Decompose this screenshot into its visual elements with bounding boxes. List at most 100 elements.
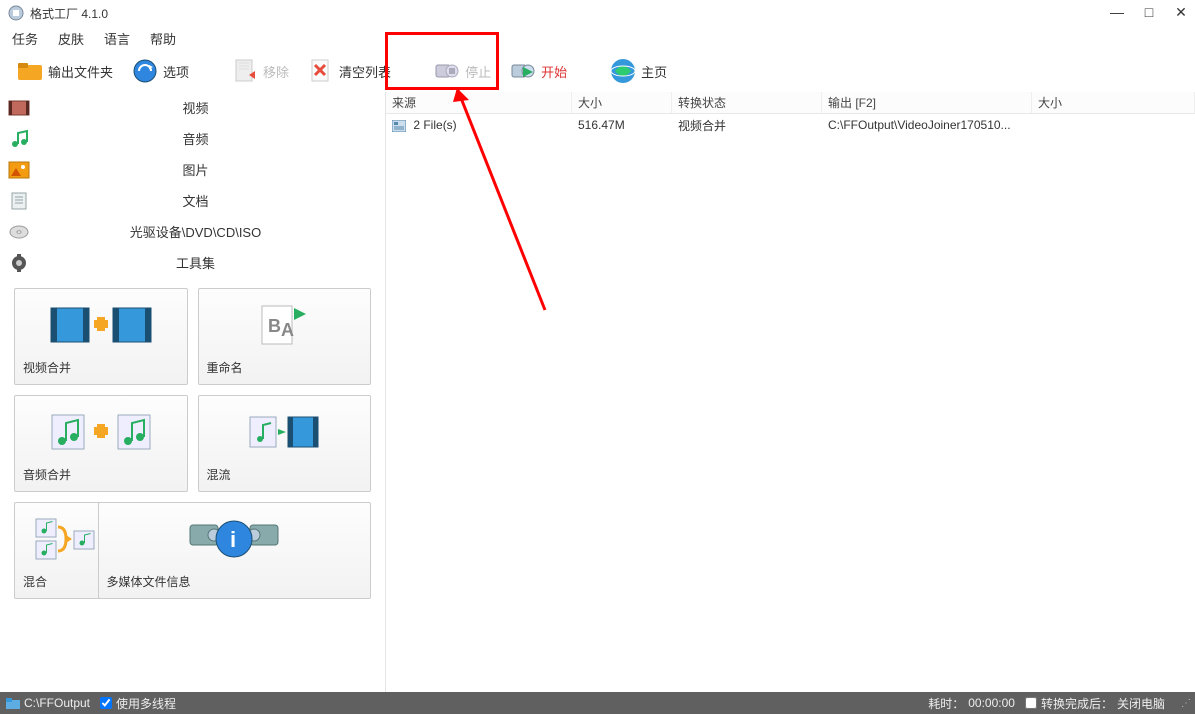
remove-label: 移除 bbox=[263, 62, 289, 81]
category-audio-label: 音频 bbox=[36, 129, 385, 148]
start-label: 开始 bbox=[541, 62, 567, 81]
elapsed-label: 耗时： bbox=[928, 695, 964, 712]
tool-rename-label: 重命名 bbox=[207, 359, 363, 376]
menu-skin[interactable]: 皮肤 bbox=[58, 29, 84, 48]
home-icon bbox=[609, 57, 637, 85]
task-list: 来源 大小 转换状态 输出 [F2] 大小 2 File(s) 516.47M … bbox=[386, 92, 1195, 692]
output-folder-button[interactable]: 输出文件夹 bbox=[10, 55, 119, 87]
resize-grip[interactable]: ⋰ bbox=[1175, 698, 1189, 709]
after-value: 关闭电脑 bbox=[1117, 695, 1165, 712]
remove-button[interactable]: 移除 bbox=[225, 55, 295, 87]
col-size2[interactable]: 大小 bbox=[1032, 92, 1195, 113]
start-button[interactable]: 开始 bbox=[503, 55, 573, 87]
cell-source: 2 File(s) bbox=[413, 118, 456, 132]
multithread-label: 使用多线程 bbox=[116, 695, 176, 712]
audio-icon bbox=[8, 129, 30, 149]
tool-audio-join-label: 音频合并 bbox=[23, 466, 179, 483]
audio-join-icon bbox=[23, 404, 179, 460]
category-optical-label: 光驱设备\DVD\CD\ISO bbox=[36, 222, 385, 241]
tool-audio-join[interactable]: 音频合并 bbox=[14, 395, 188, 492]
folder-icon bbox=[16, 57, 44, 85]
tool-mix-label: 混合 bbox=[23, 573, 105, 590]
category-optical[interactable]: 光驱设备\DVD\CD\ISO bbox=[0, 216, 385, 247]
folder-small-icon bbox=[6, 697, 20, 709]
video-icon bbox=[8, 98, 30, 118]
col-output[interactable]: 输出 [F2] bbox=[822, 92, 1032, 113]
menu-task[interactable]: 任务 bbox=[12, 29, 38, 48]
col-status[interactable]: 转换状态 bbox=[672, 92, 822, 113]
remove-icon bbox=[231, 57, 259, 85]
statusbar: C:\FFOutput 使用多线程 耗时： 00:00:00 转换完成后： 关闭… bbox=[0, 692, 1195, 714]
rename-icon: BA bbox=[207, 297, 363, 353]
clear-icon bbox=[307, 57, 335, 85]
table-row[interactable]: 2 File(s) 516.47M 视频合并 C:\FFOutput\Video… bbox=[386, 114, 1195, 136]
status-after-action[interactable]: 转换完成后： 关闭电脑 bbox=[1025, 695, 1165, 712]
tool-media-info-label: 多媒体文件信息 bbox=[107, 573, 363, 590]
video-join-icon bbox=[23, 297, 179, 353]
options-button[interactable]: 选项 bbox=[125, 55, 195, 87]
status-multithread[interactable]: 使用多线程 bbox=[100, 695, 176, 712]
category-image-label: 图片 bbox=[36, 160, 385, 179]
menu-language[interactable]: 语言 bbox=[104, 29, 130, 48]
titlebar: 格式工厂 4.1.0 — □ ✕ bbox=[0, 0, 1195, 26]
svg-text:i: i bbox=[230, 527, 236, 552]
output-folder-label: 输出文件夹 bbox=[48, 62, 113, 81]
tool-rename[interactable]: BA 重命名 bbox=[198, 288, 372, 385]
multithread-checkbox[interactable] bbox=[100, 697, 112, 709]
category-image[interactable]: 图片 bbox=[0, 154, 385, 185]
clear-list-button[interactable]: 清空列表 bbox=[301, 55, 397, 87]
table-header: 来源 大小 转换状态 输出 [F2] 大小 bbox=[386, 92, 1195, 114]
category-video[interactable]: 视频 bbox=[0, 92, 385, 123]
after-label: 转换完成后： bbox=[1041, 695, 1113, 712]
mux-icon bbox=[207, 404, 363, 460]
stop-icon bbox=[433, 57, 461, 85]
sidebar: 视频 音频 图片 文档 光驱设备\DVD\CD\ISO 工具集 bbox=[0, 92, 386, 692]
start-icon bbox=[509, 57, 537, 85]
category-document-label: 文档 bbox=[36, 191, 385, 210]
minimize-button[interactable]: — bbox=[1107, 4, 1127, 21]
col-source[interactable]: 来源 bbox=[386, 92, 572, 113]
menu-help[interactable]: 帮助 bbox=[150, 29, 176, 48]
tool-media-info[interactable]: i 多媒体文件信息 bbox=[98, 502, 372, 599]
window-title: 格式工厂 4.1.0 bbox=[30, 5, 108, 22]
category-video-label: 视频 bbox=[36, 98, 385, 117]
cell-size: 516.47M bbox=[572, 118, 672, 132]
toolbar: 输出文件夹 选项 移除 清空列表 停止 开始 主页 bbox=[0, 50, 1195, 92]
app-icon bbox=[8, 5, 24, 21]
mix-icon bbox=[23, 511, 105, 567]
document-icon bbox=[8, 191, 30, 211]
col-size[interactable]: 大小 bbox=[572, 92, 672, 113]
tool-mux[interactable]: 混流 bbox=[198, 395, 372, 492]
clear-list-label: 清空列表 bbox=[339, 62, 391, 81]
home-button[interactable]: 主页 bbox=[603, 55, 673, 87]
tool-video-join[interactable]: 视频合并 bbox=[14, 288, 188, 385]
svg-text:A: A bbox=[281, 320, 294, 340]
menubar: 任务 皮肤 语言 帮助 bbox=[0, 26, 1195, 50]
status-output-path[interactable]: C:\FFOutput bbox=[6, 696, 90, 710]
svg-text:B: B bbox=[268, 316, 281, 336]
options-label: 选项 bbox=[163, 62, 189, 81]
status-elapsed: 耗时： 00:00:00 bbox=[928, 695, 1015, 712]
tools-icon bbox=[8, 253, 30, 273]
tool-mux-label: 混流 bbox=[207, 466, 363, 483]
cell-output: C:\FFOutput\VideoJoiner170510... bbox=[822, 118, 1032, 132]
options-icon bbox=[131, 57, 159, 85]
image-icon bbox=[8, 160, 30, 180]
close-button[interactable]: ✕ bbox=[1171, 4, 1191, 21]
stop-label: 停止 bbox=[465, 62, 491, 81]
maximize-button[interactable]: □ bbox=[1139, 4, 1159, 21]
category-tools-label: 工具集 bbox=[36, 253, 385, 272]
category-audio[interactable]: 音频 bbox=[0, 123, 385, 154]
cell-status: 视频合并 bbox=[672, 117, 822, 134]
tool-video-join-label: 视频合并 bbox=[23, 359, 179, 376]
disc-icon bbox=[8, 222, 30, 242]
after-checkbox[interactable] bbox=[1025, 697, 1037, 709]
media-info-icon: i bbox=[107, 511, 363, 567]
category-document[interactable]: 文档 bbox=[0, 185, 385, 216]
stop-button[interactable]: 停止 bbox=[427, 55, 497, 87]
status-output-path-text: C:\FFOutput bbox=[24, 696, 90, 710]
home-label: 主页 bbox=[641, 62, 667, 81]
elapsed-value: 00:00:00 bbox=[968, 696, 1015, 710]
category-tools[interactable]: 工具集 bbox=[0, 247, 385, 278]
file-icon bbox=[392, 120, 406, 132]
